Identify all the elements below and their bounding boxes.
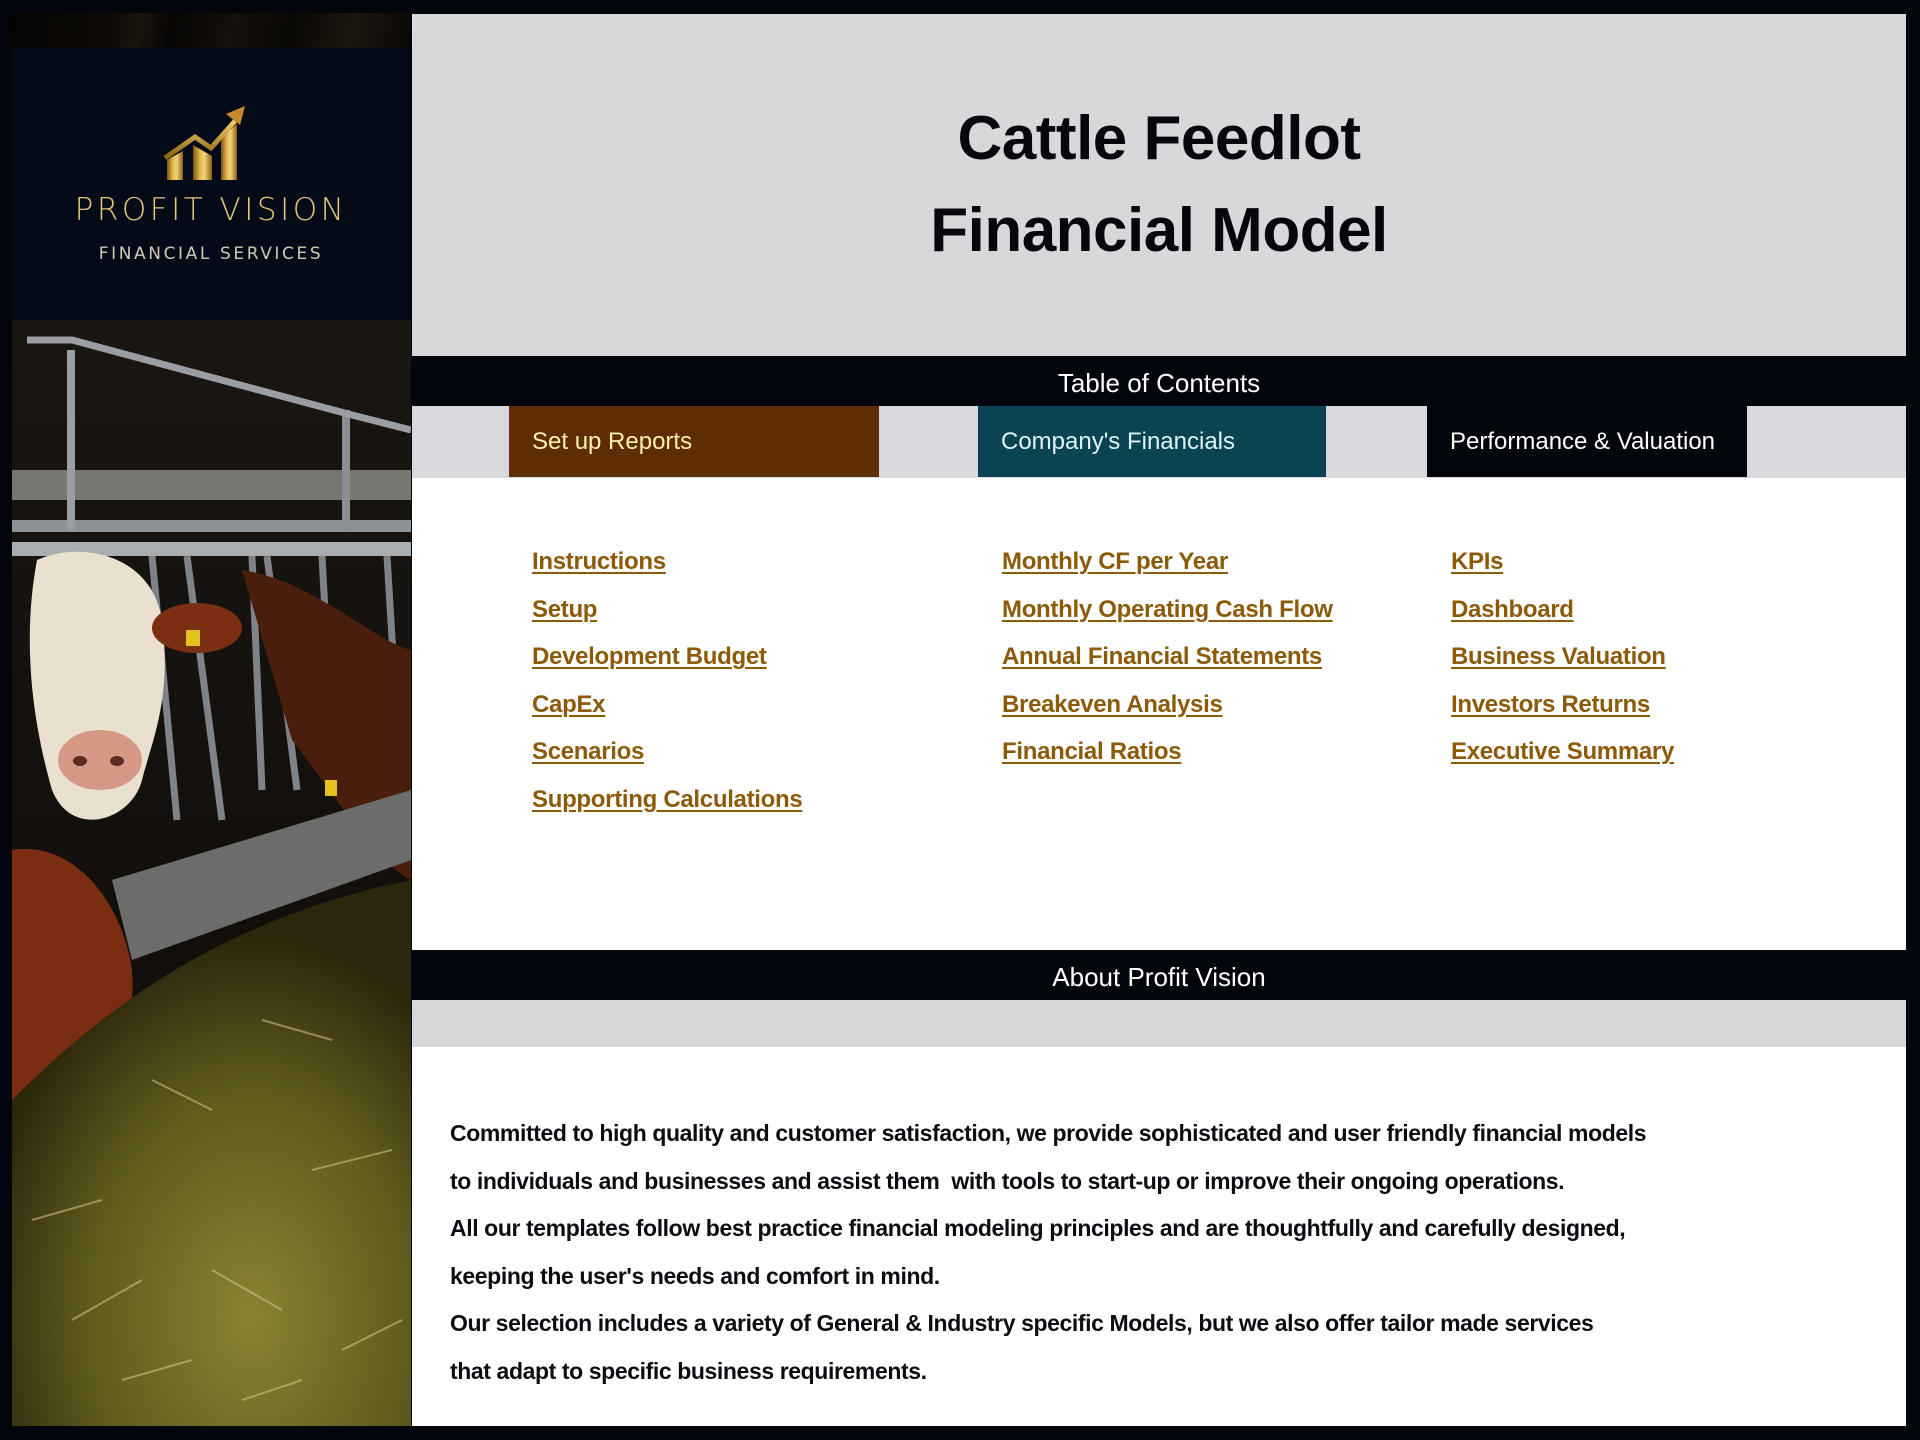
table-of-contents-links: Instructions Setup Development Budget Ca… xyxy=(412,478,1906,950)
link-executive-summary[interactable]: Executive Summary xyxy=(1451,728,1674,776)
about-line: Our selection includes a variety of Gene… xyxy=(450,1310,1594,1336)
rising-bar-chart-arrow-icon xyxy=(163,106,245,180)
link-dashboard[interactable]: Dashboard xyxy=(1451,586,1674,634)
about-line: All our templates follow best practice f… xyxy=(450,1215,1626,1241)
companys-financials-links: Monthly CF per Year Monthly Operating Ca… xyxy=(1002,538,1333,776)
page-title-line-1: Cattle Feedlot xyxy=(957,104,1361,173)
about-divider-band xyxy=(412,1000,1906,1047)
link-capex[interactable]: CapEx xyxy=(532,681,802,729)
tab-companys-financials[interactable]: Company's Financials xyxy=(978,406,1326,477)
cattle-feedlot-photo xyxy=(12,320,411,1426)
about-paragraph: Committed to high quality and customer s… xyxy=(450,1110,1647,1395)
brand-logo-panel xyxy=(12,48,410,320)
link-scenarios[interactable]: Scenarios xyxy=(532,728,802,776)
link-monthly-operating-cash-flow[interactable]: Monthly Operating Cash Flow xyxy=(1002,586,1333,634)
link-supporting-calculations[interactable]: Supporting Calculations xyxy=(532,776,803,824)
link-instructions[interactable]: Instructions xyxy=(532,538,802,586)
link-monthly-cf-per-year[interactable]: Monthly CF per Year xyxy=(1002,538,1333,586)
performance-valuation-links: KPIs Dashboard Business Valuation Invest… xyxy=(1451,538,1674,776)
link-development-budget[interactable]: Development Budget xyxy=(532,633,802,681)
decorative-header-strip xyxy=(12,13,410,48)
about-line: to individuals and businesses and assist… xyxy=(450,1167,1565,1194)
table-of-contents-heading: Table of Contents xyxy=(412,356,1906,406)
link-annual-financial-statements[interactable]: Annual Financial Statements xyxy=(1002,633,1333,681)
tab-performance-valuation[interactable]: Performance & Valuation xyxy=(1427,406,1747,477)
brand-name: PROFIT VISION xyxy=(74,192,348,228)
section-tabs: Set up Reports Company's Financials Perf… xyxy=(412,406,1906,478)
tab-set-up-reports[interactable]: Set up Reports xyxy=(509,406,879,477)
about-section: Committed to high quality and customer s… xyxy=(412,1047,1906,1426)
set-up-reports-links: Instructions Setup Development Budget Ca… xyxy=(532,538,803,824)
about-line: Committed to high quality and customer s… xyxy=(450,1120,1647,1146)
link-kpis[interactable]: KPIs xyxy=(1451,538,1674,586)
link-investors-returns[interactable]: Investors Returns xyxy=(1451,681,1674,729)
about-line: keeping the user's needs and comfort in … xyxy=(450,1262,940,1289)
title-banner: Cattle Feedlot Financial Model xyxy=(412,14,1906,356)
about-heading: About Profit Vision xyxy=(412,950,1906,1000)
link-breakeven-analysis[interactable]: Breakeven Analysis xyxy=(1002,681,1333,729)
link-business-valuation[interactable]: Business Valuation xyxy=(1451,633,1674,681)
cattle-photo-illustration xyxy=(12,320,411,1426)
link-setup[interactable]: Setup xyxy=(532,586,802,634)
brand-tagline: FINANCIAL SERVICES xyxy=(98,244,324,264)
about-line: that adapt to specific business requirem… xyxy=(450,1357,927,1384)
link-financial-ratios[interactable]: Financial Ratios xyxy=(1002,728,1333,776)
page-title-line-2: Financial Model xyxy=(930,196,1388,265)
